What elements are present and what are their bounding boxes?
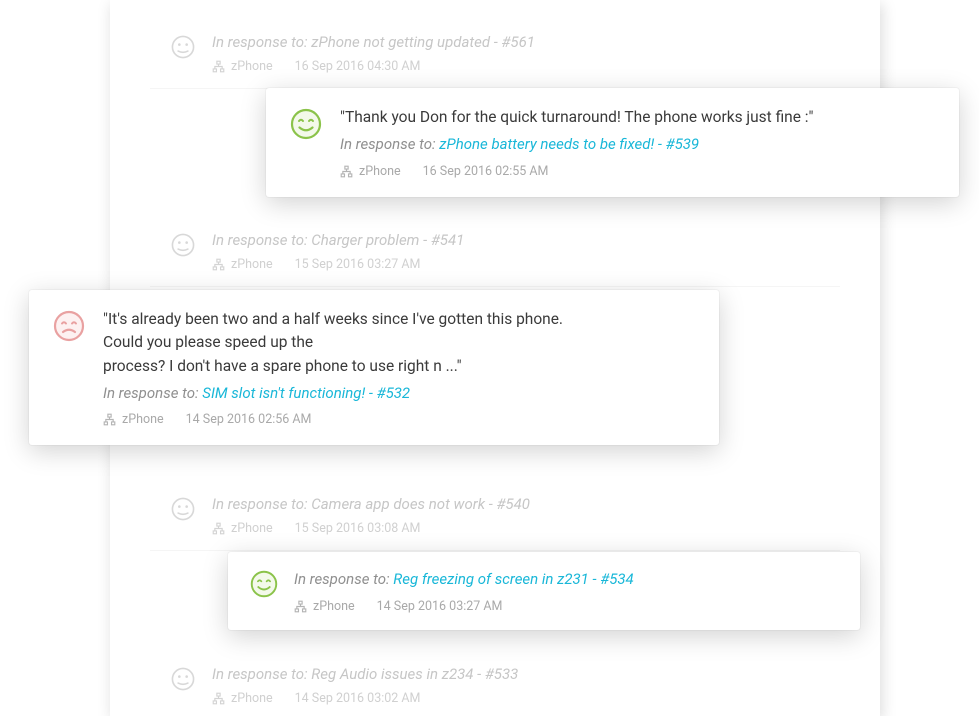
timestamp: 16 Sep 2016 02:55 AM: [423, 164, 549, 179]
happy-face-icon: [250, 570, 278, 598]
org-label: zPhone: [122, 412, 164, 427]
response-prefix: In response to:: [294, 570, 393, 588]
feedback-quote: "It's already been two and a half weeks …: [103, 308, 695, 378]
quote-line: Could you please speed up the: [103, 333, 313, 351]
divider: [150, 286, 840, 287]
response-prefix: In response to:: [103, 384, 202, 402]
feedback-card-positive[interactable]: In response to: Reg freezing of screen i…: [228, 552, 860, 630]
quote-line: "It's already been two and a half weeks …: [103, 310, 563, 328]
divider: [150, 550, 840, 551]
response-prefix: In response to:: [340, 135, 439, 153]
feedback-quote: "Thank you Don for the quick turnaround!…: [340, 106, 935, 129]
org-label: zPhone: [313, 599, 355, 614]
sitemap-icon: [340, 165, 353, 178]
happy-face-icon: [290, 108, 322, 140]
sitemap-icon: [294, 600, 307, 613]
sitemap-icon: [103, 413, 116, 426]
timestamp: 14 Sep 2016 03:27 AM: [377, 599, 503, 614]
ticket-link[interactable]: Reg freezing of screen in z231 - #534: [393, 570, 633, 588]
ticket-link[interactable]: zPhone battery needs to be fixed! - #539: [439, 135, 699, 153]
sad-face-icon: [53, 310, 85, 342]
feedback-card-positive[interactable]: "Thank you Don for the quick turnaround!…: [266, 88, 959, 197]
quote-line: process? I don't have a spare phone to u…: [103, 357, 462, 375]
org-label: zPhone: [359, 164, 401, 179]
timestamp: 14 Sep 2016 02:56 AM: [186, 412, 312, 427]
ticket-link[interactable]: SIM slot isn't functioning! - #532: [202, 384, 410, 402]
feedback-card-negative[interactable]: "It's already been two and a half weeks …: [29, 290, 719, 445]
